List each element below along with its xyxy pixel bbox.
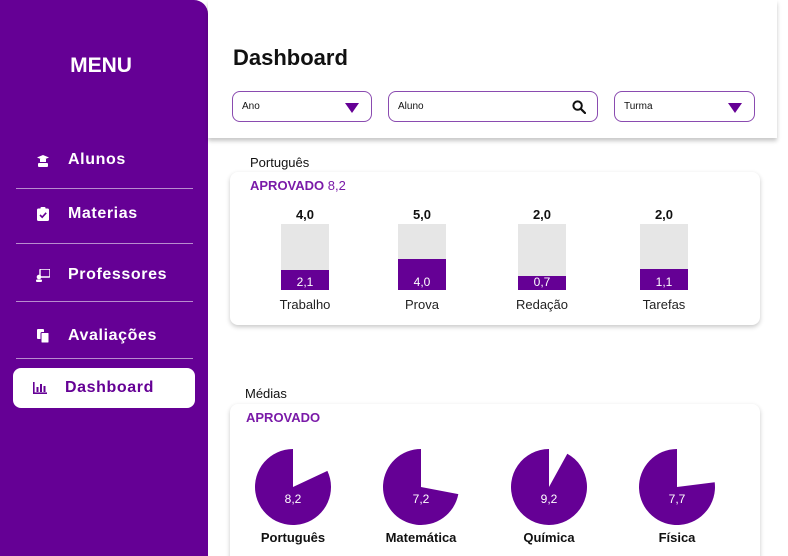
sidebar-item-avaliacoes[interactable]: Avaliações [16, 316, 192, 356]
pie-value-label: 9,2 [540, 492, 558, 506]
pie-slice [511, 448, 587, 525]
medias-status: APROVADO [246, 410, 321, 425]
portugues-status: APROVADO 8,2 [250, 178, 346, 193]
bar-category-label: Tarefas [642, 297, 686, 312]
medias-section-label: Médias [245, 386, 287, 401]
student-icon [36, 153, 50, 167]
pie-category-label: Português [260, 530, 326, 545]
page-title: Dashboard [233, 45, 348, 70]
turma-select[interactable]: Turma [614, 91, 755, 122]
sidebar-divider [16, 358, 193, 359]
pie-chart [639, 448, 715, 525]
pie-slice [383, 449, 459, 525]
bar-category-label: Redação [515, 297, 569, 312]
dropdown-triangle-icon [345, 103, 359, 113]
sidebar-item-label: Avaliações [68, 327, 158, 344]
header-bar: Dashboard Ano Aluno Turma [208, 0, 777, 138]
sidebar-item-alunos[interactable]: Alunos [16, 140, 192, 180]
menu-title: MENU [70, 54, 132, 77]
dropdown-triangle-icon [728, 103, 742, 113]
sidebar-item-dashboard[interactable]: Dashboard [13, 368, 195, 408]
turma-select-value: Turma [624, 101, 653, 112]
ano-select-value: Ano [242, 101, 260, 112]
ano-select[interactable]: Ano [232, 91, 372, 122]
sidebar-item-materias[interactable]: Materias [16, 194, 192, 234]
bar-value-label: 0,7 [533, 275, 551, 289]
teacher-icon [36, 268, 50, 282]
status-text: APROVADO [250, 178, 325, 193]
sidebar-item-label: Materias [68, 205, 138, 222]
pie-category-label: Química [523, 530, 575, 545]
pie-category-label: Física [658, 530, 696, 545]
sidebar-divider [16, 188, 193, 189]
documents-icon [36, 329, 50, 343]
pie-value-label: 7,7 [668, 492, 686, 506]
sidebar-item-label: Alunos [68, 151, 126, 168]
pie-slice [255, 449, 331, 525]
portugues-section-label: Português [250, 155, 310, 170]
sidebar-item-label: Professores [68, 266, 168, 283]
bar-value-label: 2,1 [296, 275, 314, 289]
sidebar: MENU Alunos Materias Professores Avaliaç… [0, 0, 208, 556]
bar-value-label: 4,0 [413, 275, 431, 289]
bar-category-label: Trabalho [279, 297, 331, 312]
bar-total-label: 4,0 [295, 207, 315, 222]
clipboard-check-icon [36, 207, 50, 221]
pie-value-label: 8,2 [284, 492, 302, 506]
sidebar-divider [16, 301, 193, 302]
search-icon[interactable] [572, 100, 587, 117]
pie-slice [639, 448, 715, 525]
sidebar-item-label: Dashboard [65, 379, 154, 396]
bar-category-label: Prova [405, 297, 439, 312]
sidebar-divider [16, 243, 193, 244]
portugues-score: 8,2 [327, 178, 346, 193]
pie-chart [511, 448, 587, 525]
pie-value-label: 7,2 [412, 492, 430, 506]
bar-total-label: 2,0 [532, 207, 552, 222]
aluno-search-input[interactable]: Aluno [388, 91, 598, 122]
bar-chart-icon [33, 381, 47, 395]
pie-category-label: Matemática [385, 530, 457, 545]
pie-chart [255, 449, 331, 525]
sidebar-item-professores[interactable]: Professores [16, 255, 192, 295]
bar-total-label: 5,0 [412, 207, 432, 222]
bar-value-label: 1,1 [655, 275, 673, 289]
bar-total-label: 2,0 [654, 207, 674, 222]
pie-chart [383, 449, 459, 525]
aluno-search-value: Aluno [398, 101, 424, 112]
